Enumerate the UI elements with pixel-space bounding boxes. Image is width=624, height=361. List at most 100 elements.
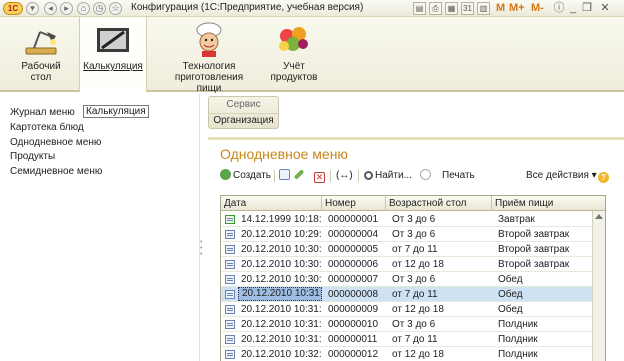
document-icon xyxy=(225,290,235,299)
nav-item-menu-journal[interactable]: Журнал меню xyxy=(10,107,75,118)
table-row[interactable]: 20.12.2010 10:30:20 000000006 от 12 до 18 В… xyxy=(221,257,593,272)
nav-item-calculation[interactable]: Калькуляция xyxy=(83,105,149,118)
refresh-button[interactable]: (↔) xyxy=(336,169,353,183)
section-calculation[interactable]: Калькуляция xyxy=(79,17,147,92)
save-icon[interactable]: ▤ xyxy=(413,2,426,15)
column-date[interactable]: Дата xyxy=(221,196,322,211)
table-row[interactable]: 20.12.2010 10:31:51 000000011 от 7 до 11 По… xyxy=(221,332,593,347)
search-icon xyxy=(364,171,373,180)
table-row[interactable]: 20.12.2010 10:32:01 000000012 от 12 до 18 П… xyxy=(221,347,593,361)
calculator-icon[interactable]: ▥ xyxy=(477,2,490,15)
forward-icon[interactable]: ▸ xyxy=(60,2,73,15)
table-header: Дата Номер Возрастной стол Приём пищи xyxy=(221,196,605,211)
history-icon[interactable]: ◷ xyxy=(93,2,106,15)
nav-item-products[interactable]: Продукты xyxy=(10,151,55,162)
chef-icon xyxy=(190,22,228,58)
cell-age: От 3 до 6 xyxy=(392,274,436,285)
cell-number: 000000005 xyxy=(328,244,379,255)
document-icon xyxy=(225,305,235,314)
nav-item-one-day-menu[interactable]: Однодневное меню xyxy=(10,137,101,148)
help-icon: ? xyxy=(598,172,609,183)
service-header: Сервис xyxy=(226,99,261,110)
1c-logo-icon[interactable]: 1C xyxy=(3,2,23,15)
document-icon xyxy=(225,350,235,359)
restore-icon[interactable]: ❐ xyxy=(580,1,594,15)
calendar-icon[interactable]: 31 xyxy=(461,2,474,15)
cell-date: 20.12.2010 10:30:20 xyxy=(241,259,322,270)
document-icon xyxy=(225,335,235,344)
close-icon[interactable]: ✕ xyxy=(598,1,612,15)
table-row[interactable]: 14.12.1999 10:18:51 000000001 От 3 до 6 Зав… xyxy=(221,212,593,227)
cell-date: 20.12.2010 10:32:01 xyxy=(241,349,322,360)
toolbar-separator xyxy=(358,170,359,182)
cell-age: от 12 до 18 xyxy=(392,304,444,315)
home-icon[interactable]: ⌂ xyxy=(77,2,90,15)
toolbar-separator xyxy=(274,170,275,182)
cell-date: 20.12.2010 10:29:56 xyxy=(241,229,322,240)
cell-meal: Завтрак xyxy=(498,214,535,225)
column-age-group[interactable]: Возрастной стол xyxy=(386,196,492,211)
edit-icon xyxy=(293,169,305,180)
print-button[interactable]: Печать xyxy=(436,169,475,183)
fruit-basket-icon xyxy=(275,22,313,58)
window-title: Конфигурация (1С:Предприятие, учебная ве… xyxy=(131,2,364,13)
cell-number: 000000008 xyxy=(328,289,379,300)
nav-item-seven-day-menu[interactable]: Семидневное меню xyxy=(10,166,102,177)
all-actions-button[interactable]: Все действия ▾ xyxy=(526,169,597,183)
delete-icon: ✕ xyxy=(314,172,325,183)
favorites-icon[interactable]: ☆ xyxy=(109,2,122,15)
cell-meal: Второй завтрак xyxy=(498,244,570,255)
section-desktop[interactable]: Рабочий стол xyxy=(10,17,72,92)
posted-document-icon xyxy=(225,215,235,224)
create-button[interactable]: Создать xyxy=(220,169,271,183)
print-spacer xyxy=(436,169,440,180)
m-plus-button[interactable]: M+ xyxy=(509,2,525,14)
table-row[interactable]: 20.12.2010 10:30:08 000000005 от 7 до 11 Вт… xyxy=(221,242,593,257)
scroll-up-icon[interactable] xyxy=(595,214,603,219)
cancel-search-button[interactable] xyxy=(420,169,433,183)
cell-number: 000000007 xyxy=(328,274,379,285)
cell-age: От 3 до 6 xyxy=(392,319,436,330)
cell-age: от 7 до 11 xyxy=(392,289,438,300)
preview-icon[interactable]: ▦ xyxy=(445,2,458,15)
sections-panel: Рабочий стол Калькуляция Технология приг… xyxy=(0,17,624,94)
table-row[interactable]: 20.12.2010 10:29:56 000000004 От 3 до 6 Вто… xyxy=(221,227,593,242)
help-button[interactable]: ? xyxy=(598,169,611,183)
copy-button[interactable] xyxy=(279,169,292,183)
edit-button[interactable] xyxy=(293,169,305,183)
nav-item-dish-catalog[interactable]: Картотека блюд xyxy=(10,122,84,133)
cell-number: 000000010 xyxy=(328,319,379,330)
m-minus-button[interactable]: M- xyxy=(531,2,544,14)
table-row[interactable]: 20.12.2010 10:31:20 000000009 от 12 до 18 О… xyxy=(221,302,593,317)
cell-meal: Второй завтрак xyxy=(498,259,570,270)
cell-meal: Обед xyxy=(498,304,523,315)
service-item-organization[interactable]: Организация xyxy=(209,113,278,126)
document-icon xyxy=(225,260,235,269)
copy-icon xyxy=(279,169,290,180)
column-meal[interactable]: Приём пищи xyxy=(492,196,605,211)
cell-age: От 3 до 6 xyxy=(392,229,436,240)
table-row[interactable]: 20.12.2010 10:31:09 000000008 от 7 до 11 Об… xyxy=(221,287,593,302)
splitter-handle[interactable]: • • • xyxy=(200,239,202,258)
column-number[interactable]: Номер xyxy=(322,196,386,211)
mark-delete-button[interactable]: ✕ xyxy=(314,169,327,183)
print-icon[interactable]: ⎙ xyxy=(429,2,442,15)
documents-table[interactable]: Дата Номер Возрастной стол Приём пищи 14… xyxy=(220,195,606,361)
table-row[interactable]: 20.12.2010 10:31:38 000000010 От 3 до 6 Пол… xyxy=(221,317,593,332)
find-button[interactable]: Найти... xyxy=(364,169,412,183)
section-products[interactable]: Учёт продуктов xyxy=(268,17,320,92)
cell-date: 14.12.1999 10:18:51 xyxy=(241,214,322,225)
minimize-icon[interactable]: _ xyxy=(566,1,580,15)
document-icon xyxy=(225,245,235,254)
vertical-scrollbar[interactable] xyxy=(592,211,605,361)
document-icon xyxy=(225,230,235,239)
menu-dropdown-icon[interactable]: ▾ xyxy=(26,2,39,15)
cell-age: от 7 до 11 xyxy=(392,244,438,255)
table-row[interactable]: 20.12.2010 10:30:55 000000007 От 3 до 6 Обе… xyxy=(221,272,593,287)
section-food-technology[interactable]: Технология приготовления пищи xyxy=(170,17,248,94)
m-button[interactable]: M xyxy=(496,2,505,14)
navigation-panel: Журнал меню Калькуляция Картотека блюд О… xyxy=(0,94,200,361)
cell-number: 000000006 xyxy=(328,259,379,270)
back-icon[interactable]: ◂ xyxy=(44,2,57,15)
help-icon[interactable]: ⓘ xyxy=(552,1,566,15)
